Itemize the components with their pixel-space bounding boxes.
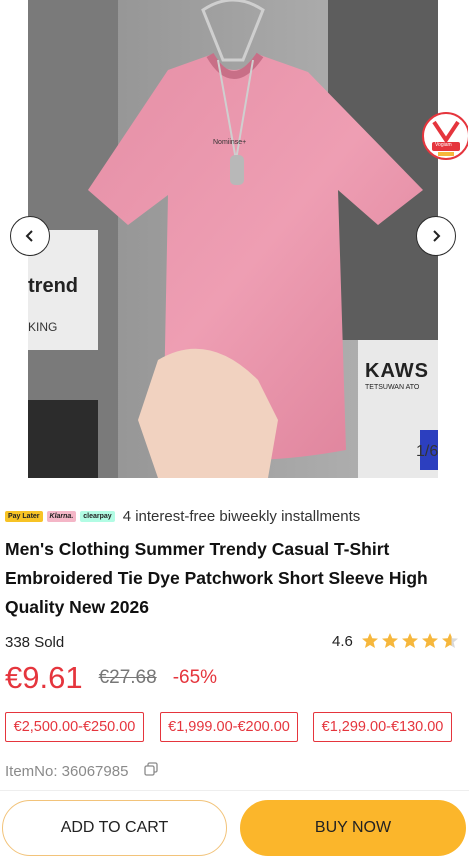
paylater-logo: Pay Later (5, 510, 43, 522)
price-row: €9.61 €27.68 -65% (5, 658, 217, 698)
buy-now-button[interactable]: BUY NOW (240, 800, 466, 856)
chevron-right-icon (433, 230, 441, 242)
product-image[interactable]: trend KING Nomiinse+ KAWS TETSUWAN ATO (28, 0, 438, 478)
item-number-text: ItemNo: 36067985 (5, 762, 129, 780)
payment-options[interactable]: Pay Later Klarna. clearpay 4 interest-fr… (5, 506, 360, 526)
prev-image-button[interactable] (10, 216, 50, 256)
bg-text-kaws: KAWS (365, 360, 429, 382)
next-image-button[interactable] (416, 216, 456, 256)
coupon-2[interactable]: €1,999.00-€200.00 (160, 712, 298, 742)
bg-text-king: KING (28, 320, 58, 334)
badge-label: Vogiam (435, 142, 452, 148)
star-rating-icon (361, 633, 458, 648)
coupon-3[interactable]: €1,299.00-€130.00 (313, 712, 452, 742)
image-counter: 1/6 (416, 443, 439, 460)
original-price: €27.68 (98, 667, 157, 688)
current-price: €9.61 (5, 660, 83, 695)
sold-count: 338 Sold (5, 634, 65, 651)
clearpay-logo: clearpay (80, 510, 115, 522)
copy-button[interactable] (144, 762, 159, 780)
divider (0, 790, 469, 791)
promo-badge[interactable]: Vogiam (420, 110, 469, 162)
item-number: ItemNo: 36067985 (5, 762, 159, 780)
product-gallery[interactable]: trend KING Nomiinse+ KAWS TETSUWAN ATO 1… (0, 0, 469, 478)
discount-badge: -65% (172, 667, 218, 688)
bg-text-trend: trend (28, 275, 78, 297)
add-to-cart-button[interactable]: ADD TO CART (2, 800, 227, 856)
product-title: Men's Clothing Summer Trendy Casual T-Sh… (5, 539, 428, 617)
promo-badge-icon (422, 112, 469, 160)
rating-value: 4.6 (332, 632, 353, 650)
coupon-1[interactable]: €2,500.00-€250.00 (5, 712, 144, 742)
klarna-logo: Klarna. (46, 510, 77, 522)
bg-text-tetsuwan: TETSUWAN ATO (365, 384, 420, 391)
chevron-left-icon (25, 230, 33, 242)
copy-icon (144, 762, 159, 776)
shirt-print: Nomiinse+ (213, 139, 247, 146)
installments-text: 4 interest-free biweekly installments (122, 507, 361, 525)
rating-stars (361, 632, 463, 650)
rating[interactable]: 4.6 (332, 632, 463, 650)
